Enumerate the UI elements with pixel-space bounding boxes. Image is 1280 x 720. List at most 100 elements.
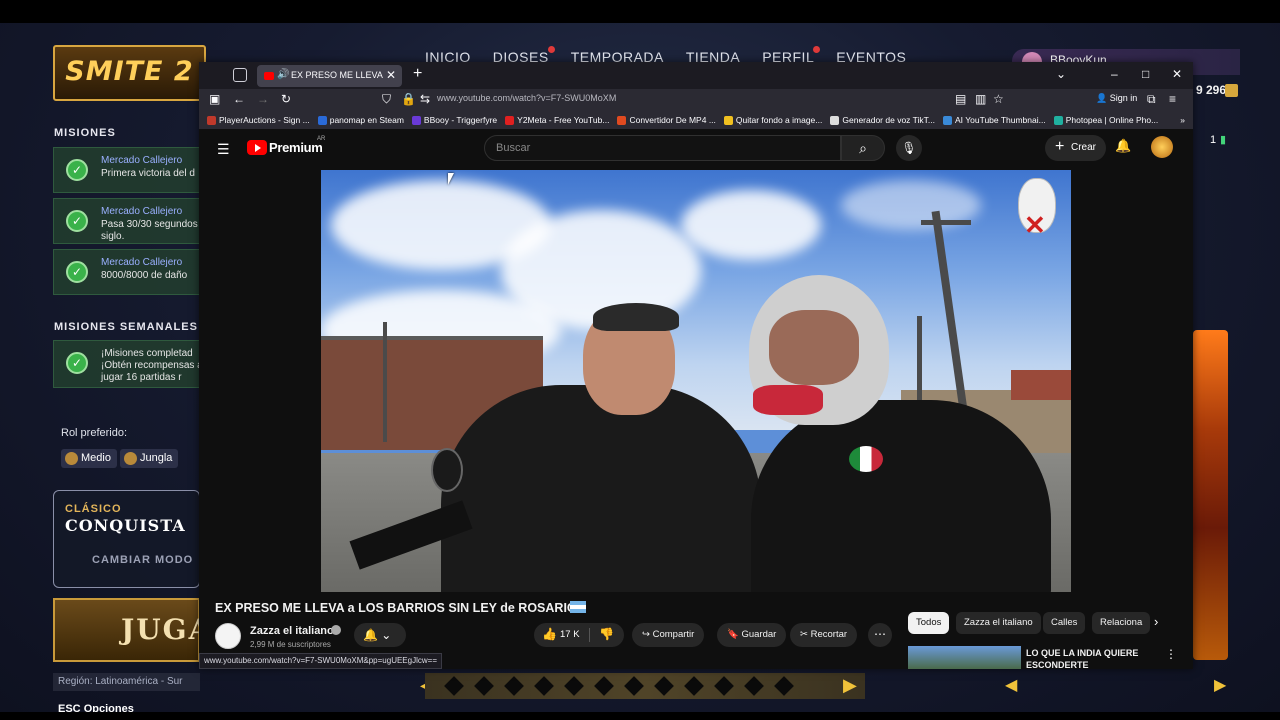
more-vert-icon[interactable]: ⋮ <box>1165 647 1177 661</box>
chip-channel[interactable]: Zazza el italiano <box>956 612 1041 634</box>
channel-name[interactable]: Zazza el italiano <box>250 625 334 637</box>
diamond-icon <box>684 676 704 696</box>
bookmark-icon <box>942 115 952 125</box>
menu-icon[interactable]: ≡ <box>1169 92 1176 106</box>
mission-card[interactable]: ✓ Mercado Callejero Primera victoria del… <box>53 147 213 193</box>
tab-overflow-icon[interactable]: ⌄ <box>1056 67 1066 81</box>
bookmark[interactable]: Photopea | Online Pho... <box>1053 115 1158 125</box>
bookmark[interactable]: Quitar fondo a image... <box>723 115 823 125</box>
reload-icon[interactable]: ↻ <box>281 92 291 106</box>
chevron-right-icon[interactable]: › <box>1154 614 1158 629</box>
play-button[interactable]: JUGA <box>53 598 210 662</box>
chip-related[interactable]: Relaciona <box>1092 612 1151 634</box>
youtube-logo-icon[interactable] <box>247 140 267 155</box>
sign-in-button[interactable]: 👤 Sign in <box>1096 93 1137 104</box>
microphone-icon[interactable]: 🎙 <box>896 135 922 161</box>
lock-icon[interactable]: 🔒 <box>401 92 416 106</box>
bookmark-label: Quitar fondo a image... <box>735 115 823 125</box>
picture-in-picture-icon[interactable]: ▤ <box>955 92 966 106</box>
next-icon[interactable]: ▶ <box>1214 675 1226 695</box>
bookmark[interactable]: AI YouTube Thumbnai... <box>942 115 1046 125</box>
bookmark[interactable]: PlayerAuctions - Sign ... <box>207 115 310 125</box>
diamond-icon <box>774 676 794 696</box>
role-chip-medio[interactable]: Medio <box>61 449 117 468</box>
nav-bar: ▣ ← → ↻ ⛉ 🔒 ⇆ www.youtube.com/watch?v=F7… <box>199 89 1193 111</box>
youtube-favicon-icon <box>264 72 274 80</box>
reader-view-icon[interactable]: ▥ <box>975 92 986 106</box>
esc-key-label: ESC <box>58 703 81 712</box>
diamond-icon <box>654 676 674 696</box>
like-count[interactable]: 17 K <box>560 629 580 640</box>
subscriber-count: 2,99 M de suscriptores <box>250 640 331 649</box>
forward-icon[interactable]: → <box>257 92 269 106</box>
bookmark-icon <box>505 115 515 125</box>
mission-card[interactable]: ✓ Mercado Callejero 8000/8000 de daño <box>53 249 213 295</box>
rider-jacket <box>441 385 761 592</box>
shield-icon[interactable]: ⛉ <box>382 92 391 107</box>
video-player[interactable]: ✕ <box>321 170 1071 592</box>
bookmarks-overflow-icon[interactable]: » <box>1180 115 1185 125</box>
notifications-bell-icon[interactable]: 🔔 <box>1115 138 1131 154</box>
mode-name: CONQUISTA <box>65 516 186 535</box>
bookmark[interactable]: Convertidor De MP4 ... <box>617 115 716 125</box>
bookmark-star-icon[interactable]: ☆ <box>993 92 1004 106</box>
dislike-icon[interactable]: 👎 <box>599 627 614 641</box>
currency-amount: 9 296 <box>1196 83 1227 97</box>
mission-card[interactable]: ✓ Mercado Callejero Pasa 30/30 segundos … <box>53 198 213 244</box>
argentina-flag-icon <box>570 601 586 613</box>
url-bar[interactable]: www.youtube.com/watch?v=F7-SWU0MoXM <box>437 93 616 103</box>
weekly-mission-card[interactable]: ✓ ¡Misiones completad ¡Obtén recompensas… <box>53 340 213 388</box>
create-button[interactable]: Crear <box>1045 134 1107 161</box>
bookmark-label: panomap en Steam <box>329 115 404 125</box>
game-client: SMITE 2 INICIO DIOSES TEMPORADA TIENDA P… <box>0 23 1280 712</box>
options-shortcut[interactable]: ESC Opciones <box>58 703 134 712</box>
bookmark[interactable]: BBooy - Triggerfyre <box>411 115 497 125</box>
motorcycle-mirror <box>431 448 463 492</box>
speaker-icon[interactable]: 🔊 <box>277 69 289 80</box>
recommended-title[interactable]: LO QUE LA INDIA QUIERE ESCONDERTE <box>1026 647 1156 671</box>
bookmark-icon <box>617 115 627 125</box>
close-tab-icon[interactable]: ✕ <box>386 68 396 82</box>
channel-avatar[interactable] <box>215 623 241 649</box>
chip-todos[interactable]: Todos <box>908 612 950 634</box>
role-chip-jungla[interactable]: Jungla <box>120 449 179 468</box>
extensions-icon[interactable]: ⧉ <box>1147 92 1156 107</box>
clip-label: Recortar <box>810 629 848 640</box>
back-icon[interactable]: ← <box>233 92 245 106</box>
search-input[interactable]: Buscar <box>484 135 841 161</box>
bookmark[interactable]: Generador de voz TikT... <box>830 115 935 125</box>
like-dislike-bar: 👍 17 K 👎 <box>534 623 624 647</box>
close-window-icon[interactable]: ✕ <box>1172 67 1182 81</box>
bookmark-icon <box>411 115 421 125</box>
game-mode-card[interactable]: CLÁSICO CONQUISTA CAMBIAR MODO <box>53 490 200 588</box>
recommended-thumbnail[interactable] <box>908 646 1021 669</box>
menu-icon[interactable]: ☰ <box>217 141 230 158</box>
share-button[interactable]: ↪ Compartir <box>632 623 705 647</box>
maximize-icon[interactable]: □ <box>1142 67 1149 81</box>
sidebar-icon[interactable]: ▣ <box>209 92 220 106</box>
diamond-icon <box>474 676 494 696</box>
save-button[interactable]: 🔖 Guardar <box>717 623 787 647</box>
divider <box>589 628 590 642</box>
new-tab-icon[interactable]: + <box>413 65 422 83</box>
bookmark-icon <box>317 115 327 125</box>
search-icon[interactable]: ⌕ <box>841 135 885 161</box>
avatar[interactable] <box>1151 136 1173 158</box>
mission-desc: 8000/8000 de daño <box>101 270 188 281</box>
more-actions-icon[interactable]: ⋯ <box>868 623 892 647</box>
carousel-next-icon[interactable]: ▶ <box>843 675 857 696</box>
change-mode-button[interactable]: CAMBIAR MODO <box>92 554 193 566</box>
like-icon[interactable]: 👍 <box>542 627 557 641</box>
tab-list-icon[interactable] <box>233 68 247 82</box>
bookmark[interactable]: Y2Meta - Free YouTub... <box>505 115 609 125</box>
tab-youtube[interactable]: 🔊 EX PRESO ME LLEVA a LOS ✕ <box>257 65 402 87</box>
check-icon: ✓ <box>66 210 88 232</box>
chip-calles[interactable]: Calles <box>1043 612 1086 634</box>
subscribed-bell-button[interactable]: 🔔 ⌄ <box>354 623 406 647</box>
prev-icon[interactable]: ◀ <box>1005 675 1017 695</box>
permissions-icon[interactable]: ⇆ <box>420 92 430 106</box>
clip-button[interactable]: ✂ Recortar <box>790 623 858 647</box>
bookmark[interactable]: panomap en Steam <box>317 115 404 125</box>
youtube-brand[interactable]: Premium <box>269 140 323 155</box>
minimize-icon[interactable]: – <box>1111 67 1118 81</box>
